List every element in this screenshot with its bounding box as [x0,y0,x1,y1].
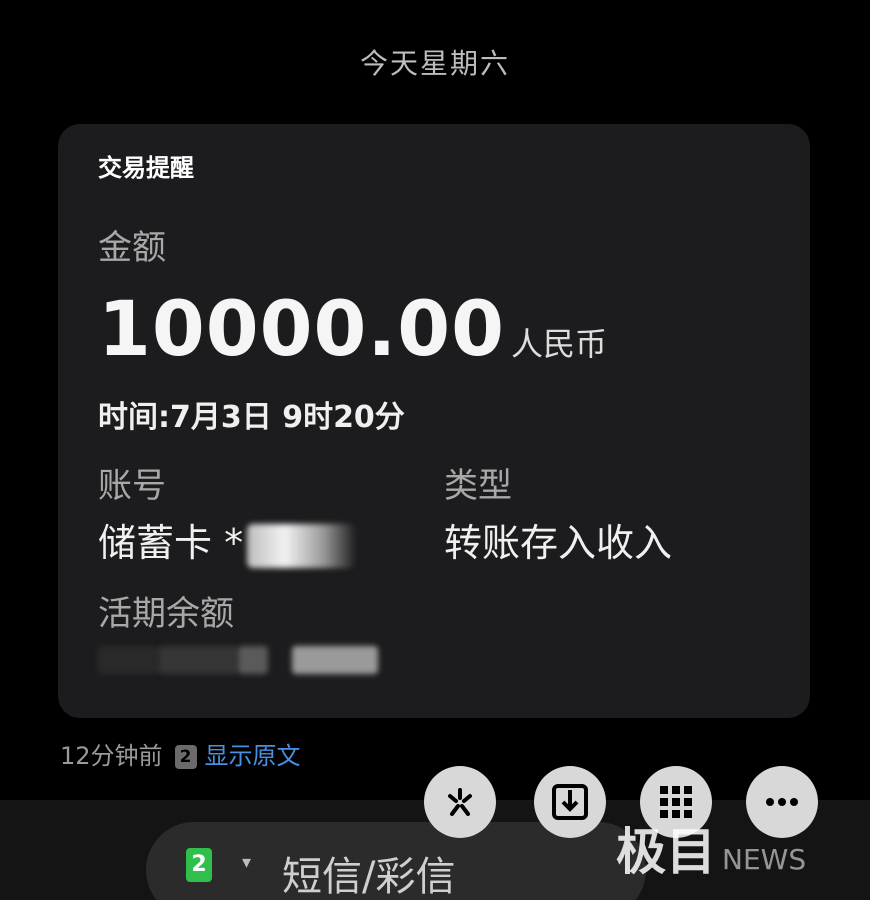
amount-label: 金额 [98,228,166,268]
transaction-time: 时间:7月3日 9时20分 [98,400,405,435]
sparkle-icon[interactable] [424,766,496,838]
watermark-brand: 极目 [616,823,716,881]
account-value-row: 储蓄卡 * [98,512,356,568]
account-label: 账号 [98,466,166,506]
amount-row: 10000.00 人民币 [98,284,607,373]
card-title: 交易提醒 [98,154,194,182]
chevron-down-icon[interactable]: ▾ [242,852,251,873]
amount-value: 10000.00 [98,284,506,373]
amount-currency: 人民币 [511,325,608,363]
type-label: 类型 [444,466,512,506]
watermark-sub: NEWS [722,843,807,876]
show-original-link[interactable]: 显示原文 [205,742,301,770]
type-value: 转账存入收入 [444,521,673,565]
download-icon[interactable] [534,766,606,838]
redacted-balance [98,644,378,674]
redacted-account-number [247,523,356,568]
message-meta: 12分钟前 2 显示原文 [60,736,301,771]
transaction-card[interactable]: 交易提醒 金额 10000.00 人民币 时间:7月3日 9时20分 账号 储蓄卡… [58,124,810,718]
news-watermark: 极目 NEWS [616,812,806,884]
sim-slot-badge: 2 [174,745,197,769]
date-header: 今天星期六 [359,47,510,80]
balance-label: 活期余额 [98,594,234,634]
sim-select-icon[interactable]: 2 [186,848,212,882]
message-input[interactable]: 短信/彩信 [282,844,455,900]
message-screen: 今天星期六 交易提醒 金额 10000.00 人民币 时间:7月3日 9时20分 … [0,0,870,900]
account-value: 储蓄卡 * [98,521,244,565]
time-ago: 12分钟前 [60,742,163,770]
